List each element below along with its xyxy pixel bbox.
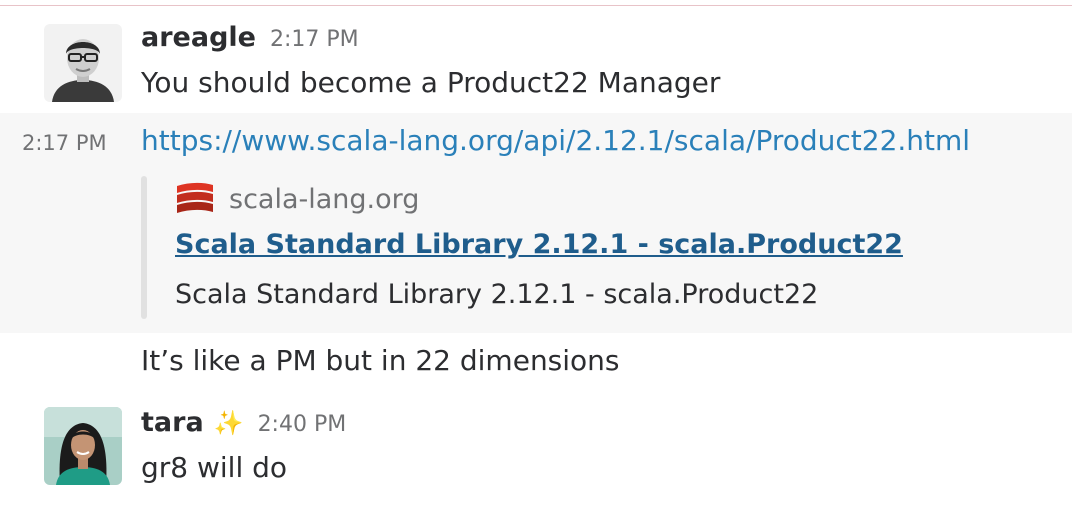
attachment-site-name: scala-lang.org [229, 183, 420, 215]
message-text: You should become a Product22 Manager [141, 66, 721, 99]
timestamp[interactable]: 2:40 PM [258, 412, 347, 437]
message-link[interactable]: https://www.scala-lang.org/api/2.12.1/sc… [141, 124, 970, 157]
attachment-description: Scala Standard Library 2.12.1 - scala.Pr… [175, 279, 819, 310]
attachment-border [141, 176, 147, 319]
timestamp[interactable]: 2:17 PM [270, 27, 359, 52]
scala-logo-icon [175, 182, 215, 216]
username[interactable]: areagle [141, 22, 256, 53]
sparkles-status-icon[interactable]: ✨ [214, 409, 244, 437]
message-header: tara ✨ 2:40 PM [141, 407, 346, 438]
avatar-areagle[interactable] [44, 24, 122, 102]
attachment-site: scala-lang.org [175, 182, 419, 216]
unread-divider-line [0, 5, 1072, 6]
link-unfurl-attachment: scala-lang.org Scala Standard Library 2.… [141, 176, 941, 319]
message-text: gr8 will do [141, 451, 288, 484]
username[interactable]: tara [141, 407, 204, 438]
timestamp[interactable]: 2:17 PM [22, 131, 107, 155]
avatar-tara[interactable] [44, 407, 122, 485]
message-header: areagle 2:17 PM [141, 22, 359, 53]
message-text: It’s like a PM but in 22 dimensions [141, 344, 620, 377]
attachment-title-link[interactable]: Scala Standard Library 2.12.1 - scala.Pr… [175, 229, 903, 260]
